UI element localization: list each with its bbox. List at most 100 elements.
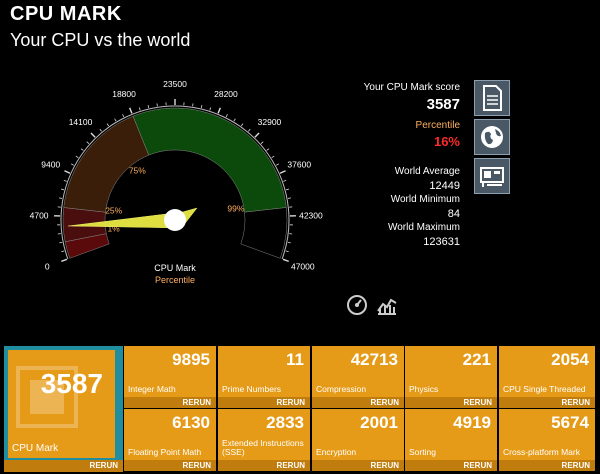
tile-value: 9895 <box>172 350 210 369</box>
gauge-tick-label: 47000 <box>291 262 315 272</box>
gauge-center-label: CPU Mark <box>154 263 196 273</box>
gauge-tick <box>279 170 286 174</box>
gauge-tick <box>285 188 289 191</box>
cpu-mark-gauge: 0 4700 9400 14100 18800 23500 28200 32900 37600 4… <box>30 79 323 285</box>
gauge-zone-75pct <box>63 115 150 213</box>
tile-physics[interactable]: 221 Physics RERUN <box>405 346 497 408</box>
gauge-tick-label: 9400 <box>41 160 60 170</box>
page-title: CPU MARK <box>10 3 122 25</box>
gauge-tick <box>247 128 251 132</box>
gauge-tick <box>59 241 63 244</box>
tile-compression[interactable]: 42713 Compression RERUN <box>312 346 404 408</box>
gauge-tick <box>283 180 287 182</box>
tile-sorting[interactable]: 4919 Sorting RERUN <box>405 409 497 471</box>
world-minimum-label: World Minimum <box>390 194 460 205</box>
world-minimum-value: 84 <box>447 208 460 220</box>
gauge-tick <box>282 258 289 263</box>
gauge-tick <box>99 128 103 132</box>
gauge-tick <box>86 141 90 144</box>
rerun-button[interactable]: RERUN <box>499 460 595 471</box>
tile-value: 6130 <box>172 413 210 432</box>
tile-label: Physics <box>409 384 439 394</box>
tile-label: Integer Math <box>128 384 176 394</box>
gauge-tick-label: 0 <box>45 262 50 272</box>
rerun-button[interactable]: RERUN <box>405 397 497 408</box>
world-average-value: 12449 <box>429 180 460 192</box>
tile-value: 11 <box>286 350 304 369</box>
cpu-mark-tile[interactable]: 3587 CPU Mark RERUN <box>4 346 123 472</box>
page-subtitle: Your CPU vs the world <box>10 30 191 50</box>
gauge-tick <box>61 188 65 191</box>
rerun-button[interactable]: RERUN <box>312 397 404 408</box>
rerun-button[interactable]: RERUN <box>124 397 216 408</box>
tile-value: 42713 <box>350 350 398 369</box>
tile-label: Encryption <box>316 447 357 457</box>
gauge-percentile-mark: 99% <box>227 203 244 213</box>
percentile-value: 16% <box>433 134 460 149</box>
gauge-tick <box>271 155 275 159</box>
tile-integer-math[interactable]: 9895 Integer Math RERUN <box>124 346 216 408</box>
tile-encryption[interactable]: 2001 Encryption RERUN <box>312 409 404 471</box>
tile-value: 221 <box>462 350 491 369</box>
rerun-button[interactable]: RERUN <box>218 460 310 471</box>
cpu-mark-tile-label: CPU Mark <box>12 443 59 454</box>
gauge-tick <box>217 107 221 114</box>
gauge-center-sublabel: Percentile <box>155 275 195 285</box>
gauge-tick <box>225 114 228 118</box>
cpu-mark-tile-body: 3587 CPU Mark <box>8 350 115 458</box>
tile-label: CPU Single Threaded <box>503 384 586 394</box>
tile-prime-numbers[interactable]: 11 Prime Numbers RERUN <box>218 346 310 408</box>
speedometer-icon[interactable] <box>346 294 368 316</box>
gauge-tick <box>147 105 150 109</box>
cpu-mark-rerun-button[interactable]: RERUN <box>4 460 123 472</box>
tile-value: 4919 <box>453 413 491 432</box>
tile-label: Prime Numbers <box>222 384 282 394</box>
gauge-tick <box>285 250 289 253</box>
world-maximum-label: World Maximum <box>387 222 460 233</box>
gauge-percentile-mark: 75% <box>129 166 146 176</box>
gauge-tick-label: 42300 <box>299 210 323 220</box>
tile-value: 5674 <box>551 413 589 432</box>
gauge-tick <box>287 241 291 244</box>
gauge-tick <box>266 148 270 151</box>
tile-value: 2001 <box>360 413 398 432</box>
rerun-button[interactable]: RERUN <box>312 460 404 471</box>
gauge-tick <box>260 141 264 144</box>
gauge-percentile-mark: 25% <box>105 206 122 216</box>
rerun-button[interactable]: RERUN <box>499 397 595 408</box>
tile-floating-point-math[interactable]: 6130 Floating Point Math RERUN <box>124 409 216 471</box>
gauge-tick-label: 4700 <box>30 210 49 220</box>
tile-label: Compression <box>316 384 367 394</box>
gauge-tick-label: 14100 <box>69 117 93 127</box>
tile-value: 2833 <box>266 413 304 432</box>
tile-cpu-single-threaded[interactable]: 2054 CPU Single Threaded RERUN <box>499 346 595 408</box>
world-maximum-value: 123631 <box>423 236 460 248</box>
tile-extended-instructions-sse[interactable]: 2833 Extended Instructions (SSE) RERUN <box>218 409 310 471</box>
needle-hub <box>164 209 186 231</box>
gauge-tick <box>63 180 67 182</box>
cpu-mark-tile-value: 3587 <box>40 368 103 399</box>
gauge-tick <box>233 118 236 122</box>
percentile-label: Percentile <box>415 120 460 131</box>
gauge-tick <box>122 114 125 118</box>
gauge-tick <box>129 107 133 114</box>
gauge-tick <box>114 118 117 122</box>
tile-cross-platform-mark[interactable]: 5674 Cross-platform Mark RERUN <box>499 409 595 471</box>
rerun-button[interactable]: RERUN <box>405 460 497 471</box>
gauge-tick <box>200 105 203 109</box>
gauge-tick <box>64 170 71 174</box>
gauge-zone-top <box>240 207 288 259</box>
rerun-button[interactable]: RERUN <box>218 397 310 408</box>
hardware-card-icon[interactable] <box>474 158 510 194</box>
tile-value: 2054 <box>551 350 589 369</box>
gauge-tick-label: 18800 <box>112 89 136 99</box>
gauge-tick <box>254 132 260 138</box>
gauge-tick-label: 23500 <box>163 79 187 89</box>
gauge-tick <box>75 155 79 159</box>
rerun-button[interactable]: RERUN <box>124 460 216 471</box>
gauge-tick-label: 32900 <box>258 117 282 127</box>
tile-label: Cross-platform Mark <box>503 447 580 457</box>
chart-icon[interactable] <box>376 294 398 316</box>
globe-icon[interactable] <box>474 119 510 155</box>
document-icon[interactable] <box>474 80 510 116</box>
